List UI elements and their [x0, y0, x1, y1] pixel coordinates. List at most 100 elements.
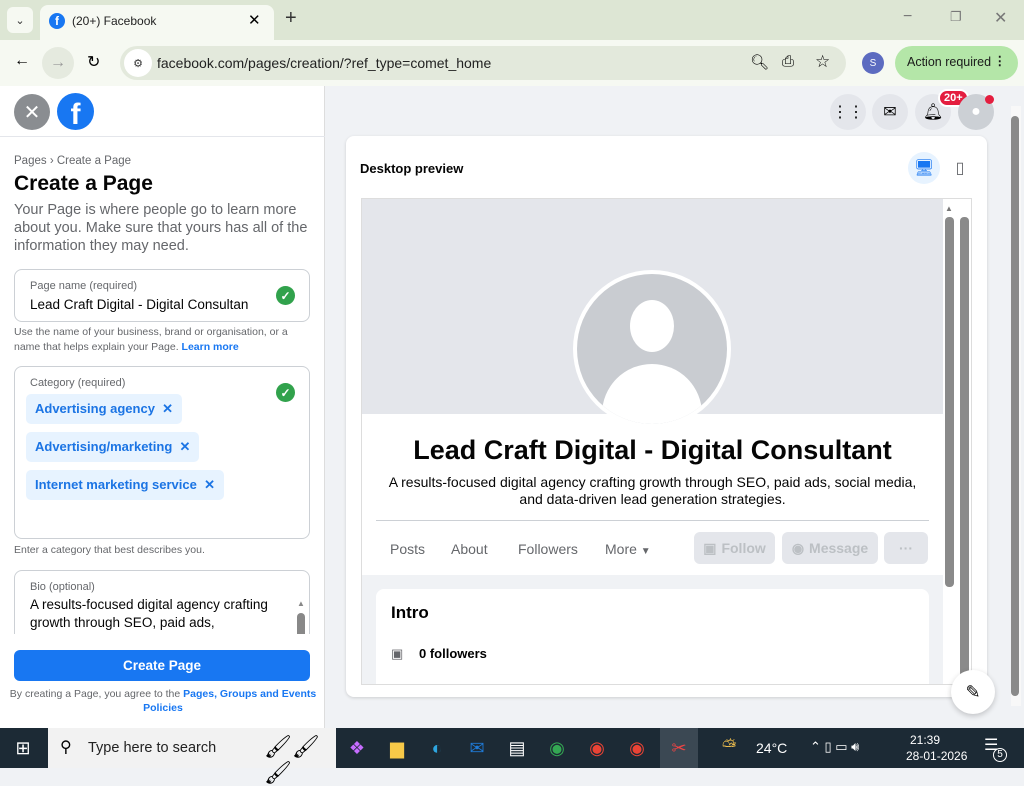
chrome-icon[interactable]: ◉	[618, 728, 656, 768]
page-scrollbar[interactable]	[1011, 106, 1021, 706]
create-page-panel: ✕ f Pages › Create a Page Create a Page …	[0, 86, 325, 728]
message-button[interactable]: ◉ Message	[782, 532, 878, 564]
page-name-help: Use the name of your business, brand or …	[14, 325, 314, 355]
tray-icons[interactable]: ⌃ ▯ ▭ 🔊︎	[810, 739, 859, 755]
compose-edit-icon[interactable]: ✎	[951, 670, 995, 714]
chip-label: Advertising/marketing	[35, 439, 172, 454]
page-name-label: Page name (required)	[30, 280, 137, 292]
restore-button[interactable]: ❐	[950, 9, 962, 25]
more-label: More	[605, 541, 637, 557]
bio-textarea[interactable]: A results-focused digital agency craftin…	[30, 596, 290, 632]
site-info-icon[interactable]: ⚙	[124, 49, 152, 77]
profile-picture	[573, 270, 731, 428]
search-icon: ⚲	[60, 737, 72, 757]
followers-icon: ▣	[391, 646, 403, 662]
windows-start-icon[interactable]: ⊞	[4, 728, 42, 768]
clock-time[interactable]: 21:39	[910, 733, 940, 747]
tab-search-button[interactable]: ⌄	[7, 7, 33, 33]
edge-icon[interactable]: ◐	[418, 728, 456, 768]
remove-chip-icon[interactable]: ✕	[204, 477, 215, 492]
address-bar[interactable]: ⚙ facebook.com/pages/creation/?ref_type=…	[120, 46, 846, 80]
breadcrumb-separator: ›	[50, 155, 54, 167]
scroll-up-arrow[interactable]: ▲	[297, 599, 305, 608]
minimize-button[interactable]: −	[903, 8, 912, 26]
bookmark-star-icon[interactable]: ☆	[815, 52, 830, 72]
learn-more-link[interactable]: Learn more	[182, 341, 239, 353]
action-required-button[interactable]: Action required⋮	[895, 46, 1018, 80]
preview-tab-posts[interactable]: Posts	[390, 541, 425, 557]
search-placeholder: Type here to search	[88, 740, 216, 756]
back-button[interactable]: ←	[14, 52, 30, 70]
url-text[interactable]: facebook.com/pages/creation/?ref_type=co…	[157, 55, 491, 71]
bio-label: Bio (optional)	[30, 581, 95, 593]
tab-title: (20+) Facebook	[72, 14, 156, 28]
facebook-logo-icon[interactable]: f	[57, 93, 94, 130]
chip-label: Internet marketing service	[35, 477, 197, 492]
follow-label: Follow	[721, 540, 765, 556]
terms-prefix: By creating a Page, you agree to the	[10, 688, 180, 700]
messenger-icon[interactable]: ✉	[872, 94, 908, 130]
forward-button[interactable]: →	[42, 47, 74, 79]
preview-scrollbar[interactable]	[960, 217, 969, 677]
chrome-icon[interactable]: ◉	[538, 728, 576, 768]
more-options-button[interactable]: ···	[884, 532, 928, 564]
preview-scrollbar[interactable]	[945, 217, 954, 587]
page-preview-frame: Lead Craft Digital - Digital Consultant …	[361, 198, 972, 685]
close-icon[interactable]: ✕	[14, 94, 50, 130]
page-description: Your Page is where people go to learn mo…	[14, 201, 314, 255]
chrome-icon[interactable]: ◉	[578, 728, 616, 768]
store-icon[interactable]: ▤	[498, 728, 536, 768]
paint-brushes-icon: 🖌🖌🖌	[264, 734, 336, 786]
breadcrumb-current: Create a Page	[57, 155, 131, 167]
category-chips: Advertising agency ✕ Advertising/marketi…	[26, 394, 296, 508]
menu-dots-icon: ⋮	[994, 53, 1007, 68]
messenger-icon: ◉	[792, 540, 804, 557]
page-name-field[interactable]: Page name (required) Lead Craft Digital …	[14, 269, 310, 322]
preview-page-name: Lead Craft Digital - Digital Consultant	[362, 435, 943, 466]
action-label: Action required	[907, 55, 991, 69]
intro-heading: Intro	[391, 603, 429, 623]
mobile-view-icon[interactable]: ▯	[944, 152, 976, 184]
file-explorer-icon[interactable]: ▆	[378, 728, 416, 768]
chip-label: Advertising agency	[35, 401, 155, 416]
profile-avatar[interactable]: S	[862, 52, 884, 74]
copilot-icon[interactable]: ❖	[338, 728, 376, 768]
snipping-tool-icon[interactable]: ✂	[660, 728, 698, 768]
caret-down-icon: ▼	[641, 546, 651, 557]
weather-temp: 24°C	[756, 740, 787, 756]
preview-bio: A results-focused digital agency craftin…	[382, 474, 923, 508]
message-label: Message	[809, 540, 868, 556]
category-label: Category (required)	[30, 377, 125, 389]
preview-tab-followers[interactable]: Followers	[518, 541, 578, 557]
close-tab-icon[interactable]: ✕	[248, 11, 261, 29]
tab-strip: ⌄ f (20+) Facebook ✕ + − ❐ ✕	[0, 0, 1024, 40]
preview-tab-about[interactable]: About	[451, 541, 488, 557]
desktop-view-icon[interactable]: 🖥︎	[908, 152, 940, 184]
preview-label: Desktop preview	[360, 161, 463, 176]
new-tab-button[interactable]: +	[285, 7, 297, 30]
weather-icon: ⛅︎	[722, 736, 736, 757]
clock-date[interactable]: 28-01-2026	[906, 749, 967, 763]
follow-button[interactable]: ▣Follow	[694, 532, 775, 564]
page-name-input[interactable]: Lead Craft Digital - Digital Consultan	[30, 297, 248, 312]
breadcrumb-pages[interactable]: Pages	[14, 155, 47, 167]
intro-card: Intro ▣ 0 followers	[376, 589, 929, 685]
alert-dot	[985, 95, 994, 104]
reload-button[interactable]: ↻	[87, 52, 100, 72]
preview-tab-more[interactable]: More ▼	[605, 541, 651, 557]
windows-taskbar: ⊞ ⚲ Type here to search 🖌🖌🖌 ❖ ▆ ◐ ✉ ▤ ◉ …	[0, 728, 1024, 768]
terms-text: By creating a Page, you agree to the Pag…	[6, 687, 320, 715]
close-window-button[interactable]: ✕	[994, 8, 1007, 28]
create-page-button[interactable]: Create Page	[14, 650, 310, 681]
remove-chip-icon[interactable]: ✕	[162, 401, 173, 416]
outlook-icon[interactable]: ✉	[458, 728, 496, 768]
followers-count: 0 followers	[419, 646, 487, 661]
browser-tab[interactable]: f (20+) Facebook ✕	[40, 5, 274, 40]
zoom-icon[interactable]: 🔍︎	[750, 53, 769, 71]
remove-chip-icon[interactable]: ✕	[180, 439, 191, 454]
category-field[interactable]: Category (required) ✓ Advertising agency…	[14, 366, 310, 539]
menu-grid-icon[interactable]: ⋮⋮	[830, 94, 866, 130]
taskbar-search[interactable]: ⚲ Type here to search 🖌🖌🖌	[48, 728, 336, 768]
help-text: Use the name of your business, brand or …	[14, 326, 288, 353]
install-app-icon[interactable]: ⎙	[782, 53, 794, 70]
